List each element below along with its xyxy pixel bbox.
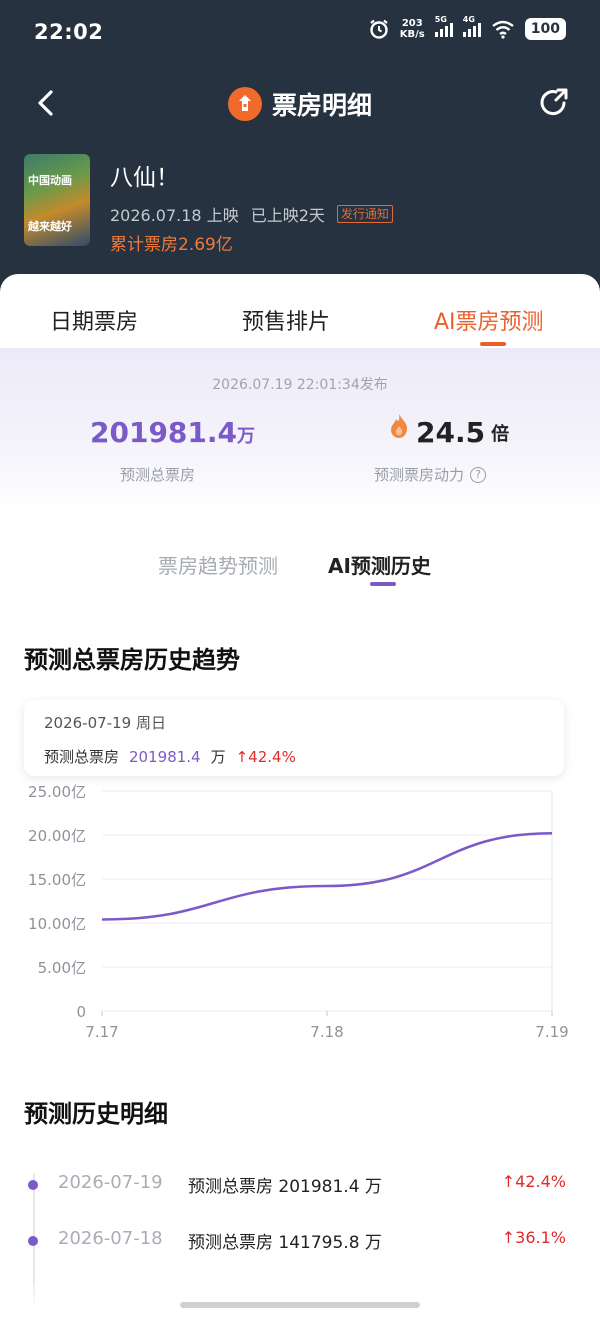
tab-presale[interactable]: 预售排片 [242,304,330,336]
signal-5g-label: 5G [434,15,447,24]
tooltip-date: 2026-07-19 周日 [44,714,166,732]
nav-title-group: 票房明细 [0,86,600,122]
trend-section-title: 预测总票房历史趋势 [24,646,240,674]
history-date: 2026-07-19 [58,1172,163,1193]
net-speed: 203 KB/s [400,18,425,40]
forecast-total-unit: 万 [237,426,256,447]
net-speed-value: 203 [401,18,423,29]
status-time: 22:02 [34,20,104,44]
publish-time: 2026.07.19 22:01:34发布 [212,377,388,393]
forecast-history-chart[interactable]: 0 5.00亿 10.00亿 15.00亿 20.00亿 25.00亿 7.17 7.18 7.… [0,774,600,1054]
momentum-label-group: 预测票房动力 ? [374,464,487,485]
nav-bar: 票房明细 [0,78,600,130]
battery-indicator: 100 [524,18,566,40]
lighthouse-logo-icon [227,87,262,121]
forecast-summary: 2026.07.19 22:01:34发布 201981.4万 24.5 倍 预测… [0,348,600,508]
net-speed-unit: KB/s [399,29,425,40]
scroll-fade [0,1282,600,1320]
momentum-value: 24.5 倍 [388,413,510,449]
signal-4g-icon: 4G [462,15,481,37]
cumulative-box-office: 累计票房2.69亿 [110,235,233,255]
flame-icon [391,413,408,438]
release-date: 2026.07.18 上映 [110,206,239,225]
y-tick-label: 20.00亿 [28,827,86,845]
forecast-total-label: 预测总票房 [120,466,196,484]
tab-ai-forecast[interactable]: AI票房预测 [434,304,544,336]
detail-section-title: 预测历史明细 [24,1100,168,1128]
movie-poster[interactable]: 中国动画 越来越好 [24,154,90,246]
movie-title: 八仙！ [110,165,179,191]
movie-info: 中国动画 越来越好 八仙！ 2026.07.18 上映 已上映2天 发行通知 累… [24,154,584,255]
movie-meta: 2026.07.18 上映 已上映2天 发行通知 [110,202,393,226]
history-desc: 预测总票房 201981.4 万 [188,1177,382,1197]
momentum-unit: 倍 [491,423,510,445]
tooltip-value: 201981.4 [129,747,201,766]
status-icons: 203 KB/s 5G 4G 100 [368,15,566,40]
home-indicator[interactable] [180,1302,420,1308]
history-change: ↑36.1% [501,1228,566,1247]
history-row[interactable]: 2026-07-19 预测总票房 201981.4 万 ↑42.4% [0,1172,600,1202]
alarm-icon [370,19,388,39]
tab-daily-box-office[interactable]: 日期票房 [50,304,138,336]
y-tick-label: 0 [76,1003,86,1021]
share-icon[interactable] [538,86,572,120]
timeline-dot [28,1236,38,1246]
y-tick-label: 15.00亿 [28,871,86,889]
active-tab-indicator [480,342,506,346]
history-change: ↑42.4% [501,1172,566,1191]
timeline-dot [28,1180,38,1190]
tooltip-unit: 万 [210,748,226,766]
momentum-number: 24.5 [416,416,486,449]
page-title: 票房明细 [271,91,372,120]
release-notice-tag[interactable]: 发行通知 [336,205,393,223]
status-bar: 22:02 203 KB/s 5G 4G 100 [0,0,600,66]
series-line [101,831,553,921]
sub-tabs: 票房趋势预测 AI预测历史 [0,550,600,590]
y-tick-label: 25.00亿 [28,783,86,801]
y-tick-label: 5.00亿 [38,959,86,977]
forecast-total-value: 201981.4万 [90,416,255,449]
chart-tooltip: 2026-07-19 周日 预测总票房 201981.4 万 ↑42.4% [24,700,564,776]
history-desc: 预测总票房 141795.8 万 [188,1233,382,1253]
tooltip-change: ↑42.4% [235,747,296,766]
main-card: 日期票房 预售排片 AI票房预测 2026.07.19 22:01:34发布 2… [0,274,600,1320]
poster-text-1: 中国动画 [28,174,72,187]
main-tabs: 日期票房 预售排片 AI票房预测 [0,274,600,348]
active-subtab-indicator [370,582,396,586]
tooltip-label: 预测总票房 [44,748,120,766]
x-tick-label: 7.17 [85,1023,118,1041]
history-date: 2026-07-18 [58,1228,163,1249]
tooltip-row: 预测总票房 201981.4 万 ↑42.4% [44,746,296,767]
wifi-icon [492,20,514,39]
subtab-ai-history[interactable]: AI预测历史 [328,550,431,579]
days-showing: 已上映2天 [250,206,325,225]
x-tick-label: 7.19 [535,1023,568,1041]
poster-text-2: 越来越好 [28,220,72,233]
x-tick-label: 7.18 [310,1023,343,1041]
y-tick-label: 10.00亿 [28,915,86,933]
signal-4g-label: 4G [462,15,475,24]
help-icon[interactable]: ? [470,466,487,483]
subtab-trend-forecast[interactable]: 票房趋势预测 [158,550,278,579]
forecast-total-number: 201981.4 [90,416,238,449]
momentum-label: 预测票房动力 [374,466,465,484]
history-row[interactable]: 2026-07-18 预测总票房 141795.8 万 ↑36.1% [0,1228,600,1258]
signal-5g-icon: 5G [434,15,453,37]
